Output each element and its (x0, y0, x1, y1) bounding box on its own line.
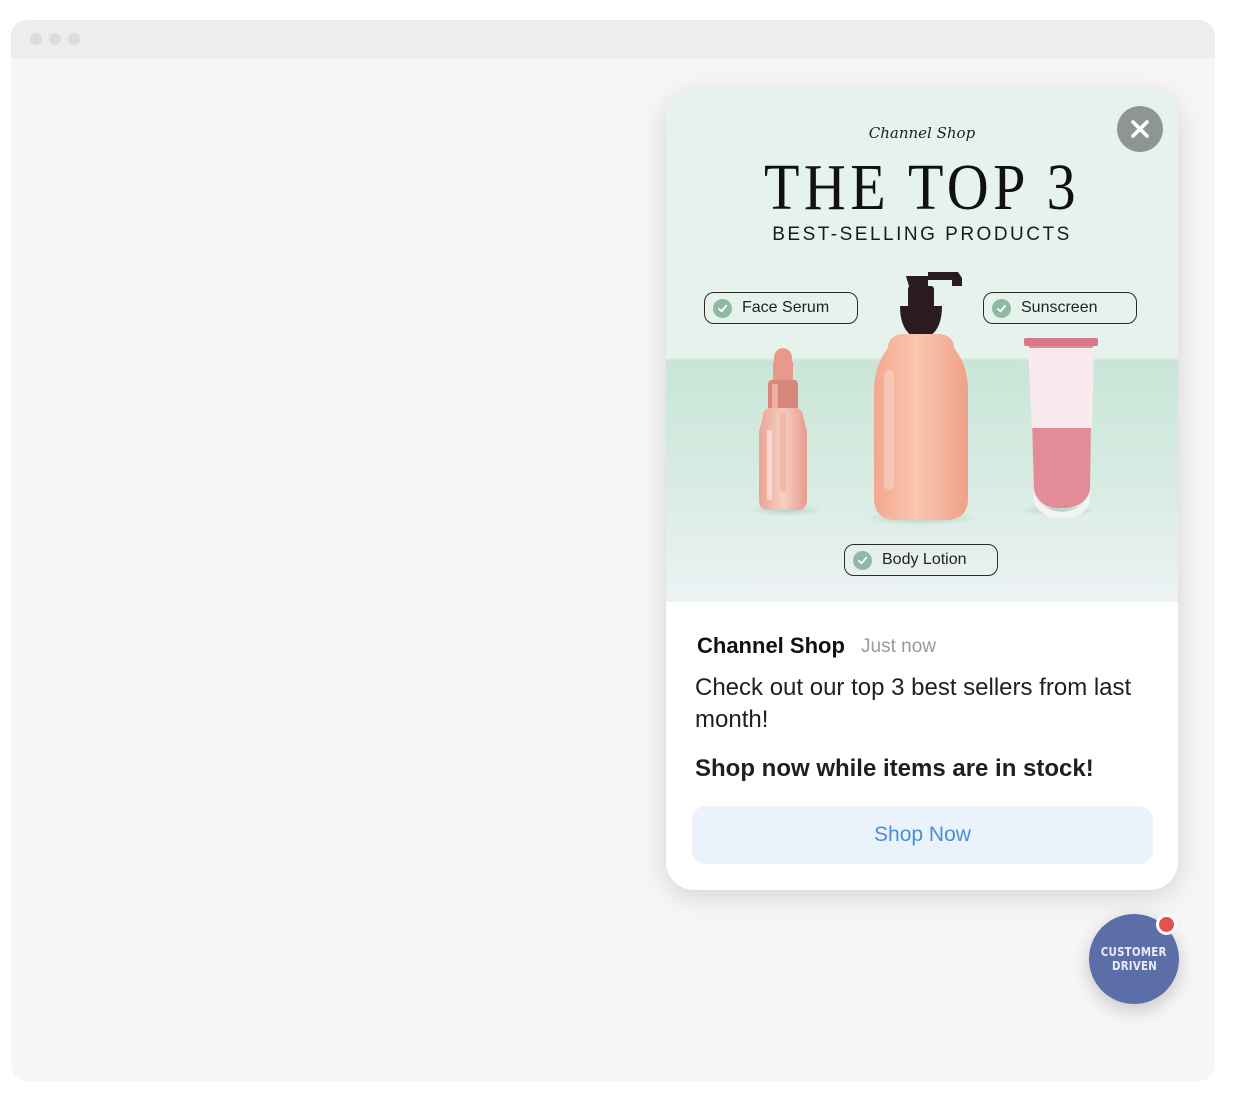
product-tag-label: Face Serum (742, 299, 830, 316)
timestamp: Just now (861, 636, 936, 657)
product-tag-label: Sunscreen (1021, 299, 1098, 316)
hero-brand: Channel Shop (868, 124, 976, 142)
hero-subtitle: BEST-SELLING PRODUCTS (772, 224, 1072, 245)
shop-now-button[interactable]: Shop Now (692, 806, 1153, 864)
window-titlebar (11, 20, 1215, 58)
window-dot-close[interactable] (30, 33, 42, 45)
close-icon (1131, 120, 1149, 138)
sender-name: Channel Shop (697, 633, 845, 658)
close-button[interactable] (1117, 106, 1163, 152)
check-icon (992, 298, 1011, 318)
notification-content: Channel Shop Just now Check out our top … (666, 602, 1178, 890)
product-tag-sunscreen: Sunscreen (983, 292, 1137, 324)
launcher-logo-line: CUSTOMER (1101, 945, 1167, 959)
check-icon (713, 298, 732, 318)
check-icon (853, 550, 872, 570)
product-tag-body-lotion: Body Lotion (844, 544, 998, 576)
notification-popup: Channel Shop THE TOP 3 BEST-SELLING PROD… (666, 90, 1178, 890)
sunscreen-tube (1024, 338, 1098, 518)
message-text: Check out our top 3 best sellers from la… (695, 674, 1132, 733)
product-tag-label: Body Lotion (882, 551, 967, 568)
cta-text: Shop now while items are in stock! (695, 755, 1094, 782)
window-dot-minimize[interactable] (49, 33, 61, 45)
launcher-logo-line: DRIVEN (1111, 959, 1157, 973)
hero-banner: Channel Shop THE TOP 3 BEST-SELLING PROD… (666, 90, 1178, 602)
window-dot-maximize[interactable] (68, 33, 80, 45)
hero-title: THE TOP 3 (763, 151, 1081, 224)
product-tag-face-serum: Face Serum (704, 292, 858, 324)
notification-badge (1156, 914, 1177, 935)
face-serum-bottle (759, 348, 807, 510)
body-lotion-bottle (874, 272, 968, 520)
